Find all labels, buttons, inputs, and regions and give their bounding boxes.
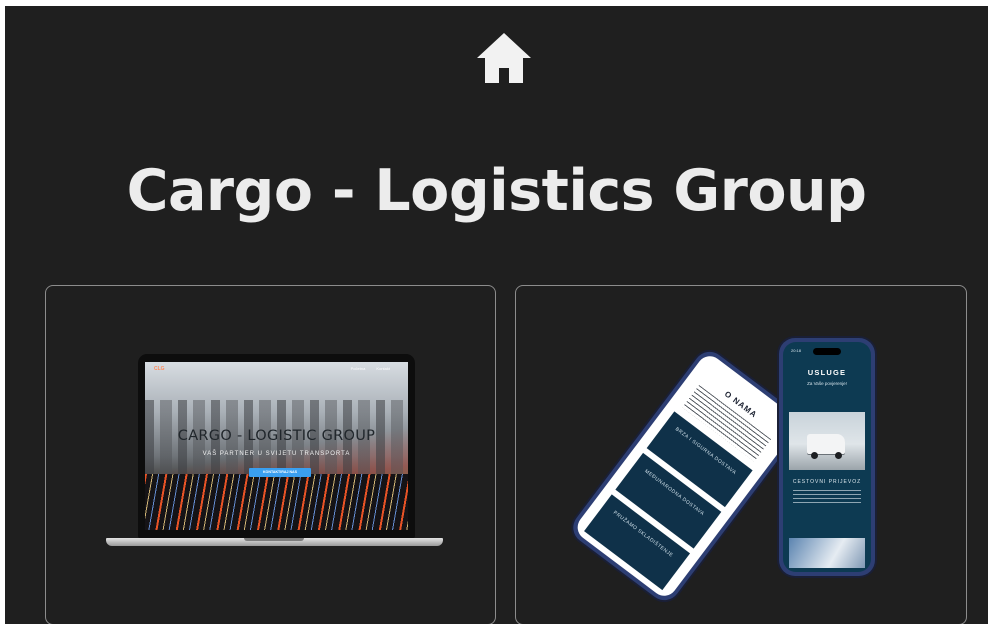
phone-mockup-upright: 20:18 USLUGE Za Vaše povjerenje! CESTOVN… <box>779 338 875 576</box>
section-text <box>793 490 861 506</box>
light-trails <box>145 474 408 530</box>
laptop-notch <box>244 538 304 541</box>
services-title: USLUGE <box>807 368 847 377</box>
laptop-mockup: CLG Početna Kontakt CARGO - LOGISTIC GRO… <box>138 354 415 538</box>
phone-mockup-tilted: O NAMA BRZA I SIGURNA DOSTAVA MEĐUNARODN… <box>566 345 808 607</box>
home-icon[interactable] <box>475 31 533 85</box>
project-card-laptop[interactable]: CLG Početna Kontakt CARGO - LOGISTIC GRO… <box>45 285 496 624</box>
phone-screen-about: O NAMA BRZA I SIGURNA DOSTAVA MEĐUNARODN… <box>572 351 802 601</box>
van-wheel <box>811 452 818 459</box>
project-card-mobile[interactable]: O NAMA BRZA I SIGURNA DOSTAVA MEĐUNARODN… <box>515 285 967 624</box>
delivery-photo <box>789 538 865 568</box>
screen-contact-button: KONTAKTIRAJ NAS <box>249 468 311 477</box>
services-subtitle: Za Vaše povjerenje! <box>807 381 847 386</box>
dynamic-island <box>813 348 841 355</box>
phone-screen-services: 20:18 USLUGE Za Vaše povjerenje! CESTOVN… <box>783 342 871 572</box>
screen-heading: CARGO - LOGISTIC GROUP <box>177 428 376 444</box>
van-photo <box>789 412 865 470</box>
section-heading: CESTOVNI PRIJEVOZ <box>792 479 862 485</box>
van-wheel <box>835 452 842 459</box>
laptop-screen: CLG Početna Kontakt CARGO - LOGISTIC GRO… <box>145 362 408 530</box>
screen-subheading: VAŠ PARTNER U SVIJETU TRANSPORTA <box>202 451 351 457</box>
screen-nav-item-contact: Kontakt <box>376 366 390 371</box>
status-time: 20:18 <box>791 348 802 353</box>
portfolio-page: Cargo - Logistics Group CLG Početna Kont… <box>5 6 988 624</box>
screen-brand-logo: CLG <box>154 366 165 372</box>
screen-nav: Početna Kontakt <box>341 366 390 371</box>
page-title: Cargo - Logistics Group <box>126 158 867 224</box>
van-image <box>807 434 845 454</box>
screen-nav-item-home: Početna <box>350 366 366 371</box>
